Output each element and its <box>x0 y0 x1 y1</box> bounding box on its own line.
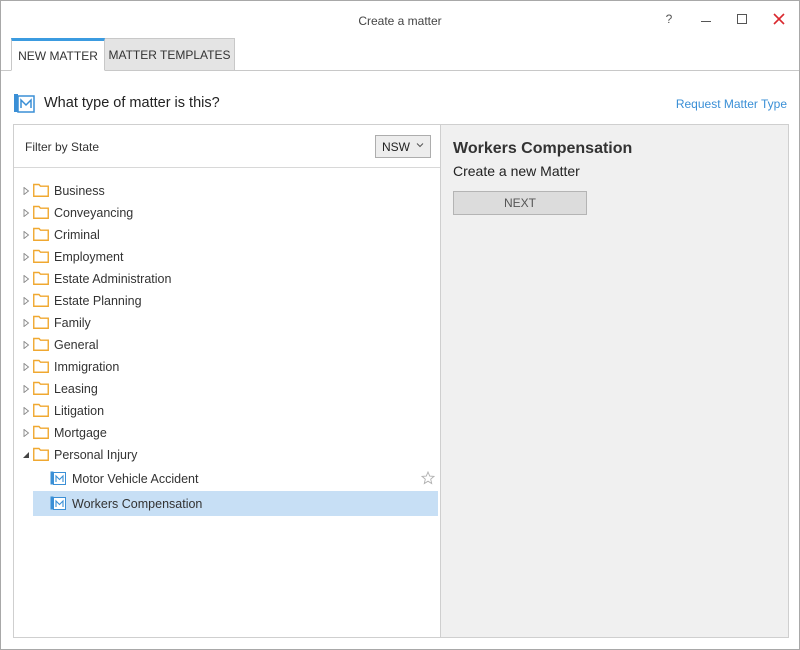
folder-icon <box>33 359 49 373</box>
tree-item-family[interactable]: Family <box>14 312 440 334</box>
triangle-right-icon[interactable] <box>22 297 30 305</box>
request-matter-type-link[interactable]: Request Matter Type <box>676 97 787 111</box>
tree-item-conveyancing[interactable]: Conveyancing <box>14 202 440 224</box>
tree-item-general[interactable]: General <box>14 334 440 356</box>
triangle-right-icon[interactable] <box>22 363 30 371</box>
tree-item-label: Workers Compensation <box>72 497 203 511</box>
tree-item-label: Leasing <box>54 382 98 396</box>
matter-detail-panel: Workers Compensation Create a new Matter… <box>441 124 789 638</box>
next-button[interactable]: NEXT <box>453 191 587 215</box>
tree-item-label: Litigation <box>54 404 105 418</box>
folder-icon <box>33 183 49 197</box>
tree-item-leasing[interactable]: Leasing <box>14 378 440 400</box>
triangle-right-icon[interactable] <box>22 341 30 349</box>
tree-item-label: Criminal <box>54 228 100 242</box>
tree-item-label: Employment <box>54 250 124 264</box>
triangle-right-icon[interactable] <box>22 187 30 195</box>
folder-icon <box>33 205 49 219</box>
state-select[interactable]: NSW <box>375 135 431 158</box>
tree-item-workers-compensation[interactable]: Workers Compensation <box>33 491 438 516</box>
detail-subtitle: Create a new Matter <box>453 163 580 179</box>
tree-item-label: Family <box>54 316 91 330</box>
folder-icon <box>33 293 49 307</box>
folder-icon <box>33 227 49 241</box>
tree-item-label: Conveyancing <box>54 206 134 220</box>
chevron-down-icon <box>416 143 424 148</box>
maximize-button[interactable] <box>730 7 754 31</box>
tree-item-label: Motor Vehicle Accident <box>72 472 199 486</box>
tab-new-matter[interactable]: NEW MATTER <box>11 38 105 71</box>
folder-icon <box>33 315 49 329</box>
state-select-value: NSW <box>382 139 410 154</box>
triangle-right-icon[interactable] <box>22 275 30 283</box>
folder-icon <box>33 271 49 285</box>
tree-item-motor-vehicle-accident[interactable]: Motor Vehicle Accident <box>14 466 440 491</box>
help-button[interactable]: ? <box>657 7 681 31</box>
folder-icon <box>33 381 49 395</box>
tree-item-estate-planning[interactable]: Estate Planning <box>14 290 440 312</box>
minimize-icon <box>701 20 711 22</box>
tree-item-label: Estate Administration <box>54 272 172 286</box>
triangle-right-icon[interactable] <box>22 385 30 393</box>
tree-item-label: Personal Injury <box>54 448 138 462</box>
tree-item-label: Immigration <box>54 360 120 374</box>
tree-item-business[interactable]: Business <box>14 180 440 202</box>
matter-document-icon <box>50 496 66 510</box>
triangle-right-icon[interactable] <box>22 253 30 261</box>
folder-icon <box>33 249 49 263</box>
triangle-down-icon[interactable] <box>22 451 30 459</box>
close-button[interactable] <box>767 7 791 31</box>
tree-item-criminal[interactable]: Criminal <box>14 224 440 246</box>
folder-icon <box>33 425 49 439</box>
triangle-right-icon[interactable] <box>22 231 30 239</box>
folder-icon <box>33 447 49 461</box>
tree-item-label: Business <box>54 184 105 198</box>
tree-item-employment[interactable]: Employment <box>14 246 440 268</box>
matter-type-tree-panel: Filter by State NSW Business Conveyancin… <box>13 124 441 638</box>
triangle-right-icon[interactable] <box>22 429 30 437</box>
star-outline-icon[interactable] <box>421 471 435 485</box>
tree-item-mortgage[interactable]: Mortgage <box>14 422 440 444</box>
filter-label: Filter by State <box>25 140 100 154</box>
folder-icon <box>33 337 49 351</box>
triangle-right-icon[interactable] <box>22 209 30 217</box>
page-title: What type of matter is this? <box>44 95 220 111</box>
matter-type-icon <box>14 94 35 113</box>
tree-item-label: General <box>54 338 99 352</box>
matter-type-tree: Business Conveyancing Criminal Employmen… <box>14 180 440 516</box>
tree-item-litigation[interactable]: Litigation <box>14 400 440 422</box>
close-icon <box>773 13 785 25</box>
tree-item-personal-injury[interactable]: Personal Injury <box>14 444 440 466</box>
triangle-right-icon[interactable] <box>22 319 30 327</box>
detail-title: Workers Compensation <box>453 140 633 157</box>
folder-icon <box>33 403 49 417</box>
filter-row: Filter by State NSW <box>14 125 440 168</box>
minimize-button[interactable] <box>694 7 718 31</box>
tree-item-label: Mortgage <box>54 426 107 440</box>
tab-matter-templates[interactable]: MATTER TEMPLATES <box>105 38 235 71</box>
triangle-right-icon[interactable] <box>22 407 30 415</box>
tab-strip: NEW MATTER MATTER TEMPLATES <box>1 38 799 71</box>
create-matter-window: Create a matter ? NEW MATTER MATTER TEMP… <box>0 0 800 650</box>
title-bar: Create a matter ? <box>1 1 799 39</box>
tree-item-estate-administration[interactable]: Estate Administration <box>14 268 440 290</box>
matter-document-icon <box>50 471 66 485</box>
tree-item-label: Estate Planning <box>54 294 142 308</box>
tree-item-immigration[interactable]: Immigration <box>14 356 440 378</box>
maximize-icon <box>737 14 747 24</box>
